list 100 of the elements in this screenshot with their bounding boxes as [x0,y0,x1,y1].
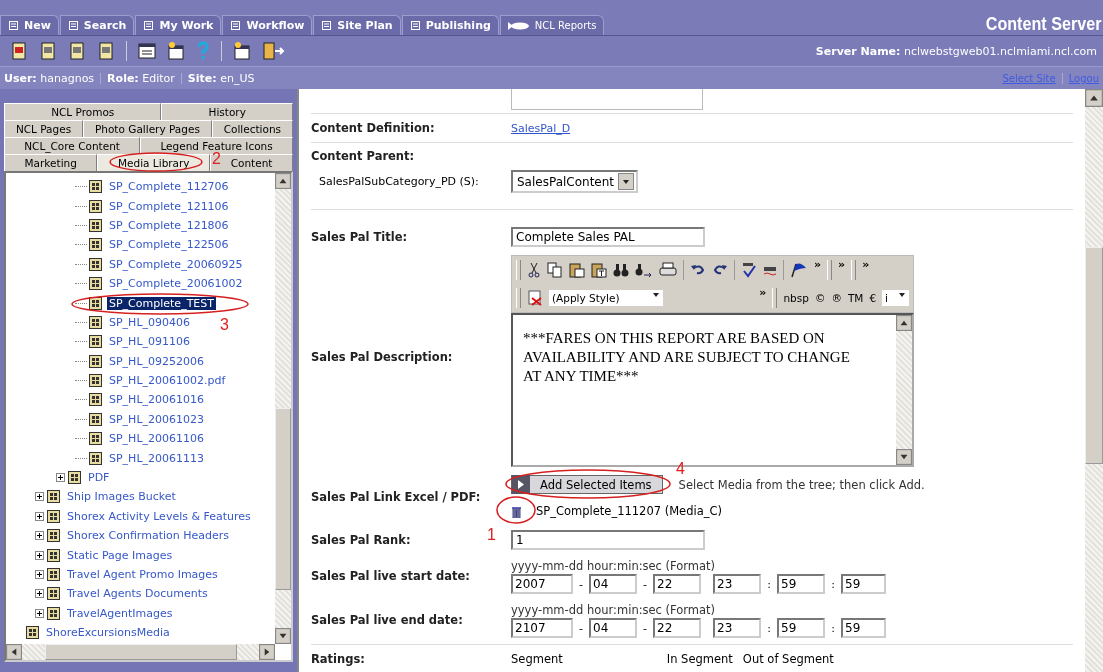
tree-item[interactable]: SP_HL_20061016 [107,393,206,407]
nav-tab[interactable]: Publishing [401,15,499,35]
list-icon[interactable] [138,41,156,61]
tree-item[interactable]: SP_HL_20061113 [107,451,206,465]
nav-tab[interactable]: New [0,15,59,35]
tree-item[interactable]: Travel Agent Promo Images [65,568,220,581]
tree-item[interactable]: SP_Complete_121806 [107,218,231,232]
exit-door-icon[interactable] [262,41,286,61]
tree-item[interactable]: Shorex Activity Levels & Features [65,509,253,523]
date-field[interactable]: 59 [777,618,825,638]
date-field[interactable]: 22 [653,618,701,638]
tree-item[interactable]: SP_HL_090406 [107,315,192,329]
tree-item[interactable]: SP_HL_20061023 [107,412,206,426]
overflow-chevron[interactable]: » [862,258,870,271]
paste-icon[interactable] [569,262,585,278]
text-field[interactable] [511,89,703,110]
tree-item[interactable]: SP_HL_20061106 [107,432,206,446]
tree-item[interactable]: SP_HL_09252006 [107,354,206,368]
tree-item[interactable]: SP_Complete_121106 [107,199,231,213]
tree-item[interactable]: SP_HL_091106 [107,335,192,349]
tree-item[interactable]: ShoreExcursionsMedia [44,626,172,640]
date-field[interactable]: 23 [713,574,761,594]
expand-icon[interactable] [34,608,44,618]
tree-item[interactable]: SP_Complete_112706 [107,180,231,194]
dropdown-arrow-icon[interactable] [652,292,660,298]
expand-icon[interactable] [34,589,44,599]
trash-icon[interactable] [511,505,522,518]
expand-icon[interactable] [34,511,44,521]
overflow-chevron[interactable]: » [838,258,846,271]
nav-tab[interactable]: Workflow [222,15,313,35]
nav-tab[interactable]: Site Plan [313,15,401,35]
date-field[interactable]: 59 [841,618,886,638]
expand-icon[interactable] [55,473,65,483]
symbol-button[interactable]: © [814,292,826,304]
new-window-icon[interactable] [167,41,185,61]
tree-item[interactable]: Ship Images Bucket [65,490,178,504]
date-field[interactable]: 04 [589,574,637,594]
library-tab[interactable]: Marketing [4,154,98,171]
printer-icon[interactable] [659,262,677,278]
library-tab[interactable]: Collections [211,120,293,137]
dropdown-arrow-icon[interactable] [898,292,906,298]
tree-item[interactable]: SP_Complete_TEST [107,296,216,310]
tree-item[interactable]: TravelAgentImages [65,606,175,620]
font-select[interactable]: i [882,290,909,306]
expand-icon[interactable] [34,531,44,541]
expand-icon[interactable] [34,570,44,579]
document-icon[interactable] [39,41,57,61]
new-window-icon[interactable] [233,41,251,61]
tree-item[interactable]: PDF [86,471,112,485]
symbol-button[interactable]: ® [831,292,842,304]
document-icon[interactable] [10,41,28,61]
library-tab[interactable]: History [161,103,293,120]
date-field[interactable]: 2007 [511,574,573,594]
date-field[interactable]: 23 [713,618,761,638]
tree-item[interactable]: Travel Agents Documents [65,587,210,601]
date-field[interactable]: 22 [653,574,701,594]
symbol-button[interactable]: TM [847,292,864,304]
flag-icon[interactable] [790,262,808,278]
copy-icon[interactable] [547,262,563,278]
tree-item[interactable]: SP_Complete_122506 [107,238,231,252]
nav-tab[interactable]: My Work [135,15,222,35]
overflow-chevron[interactable]: » [759,286,767,299]
binoculars-icon[interactable] [635,262,653,278]
document-icon[interactable] [68,41,86,61]
date-field[interactable]: 59 [841,574,886,594]
scrollbar[interactable] [1085,89,1103,672]
symbol-button[interactable]: nbsp [783,292,809,304]
scrollbar[interactable] [6,644,275,660]
nav-tab[interactable]: Search [59,15,135,35]
clear-style-icon[interactable] [527,290,543,306]
scrollbar[interactable] [275,173,291,644]
tree-item[interactable]: SP_Complete_20060925 [107,257,245,271]
expand-icon[interactable] [34,550,44,560]
paste-icon[interactable] [591,262,607,278]
nav-tab[interactable]: NCL Reports [499,15,605,35]
date-field[interactable]: 59 [777,574,825,594]
parent-select[interactable]: SalesPalContent [511,170,639,193]
scrollbar[interactable] [896,315,912,465]
binoculars-icon[interactable] [613,262,629,278]
spellcheck-icon[interactable] [741,262,757,278]
date-field[interactable]: 04 [589,618,637,638]
date-field[interactable]: 2107 [511,618,573,638]
library-tab[interactable]: NCL Pages [4,120,84,137]
tree-item[interactable]: Static Page Images [65,548,175,562]
overflow-chevron[interactable]: » [814,258,822,271]
library-tab[interactable]: Photo Gallery Pages [83,120,212,137]
rank-field[interactable]: 1 [511,530,705,550]
library-tab[interactable]: NCL Promos [4,103,162,120]
scissors-icon[interactable] [527,262,541,278]
document-icon[interactable] [97,41,115,61]
tree-item[interactable]: SP_Complete_20061002 [107,277,245,291]
definition-link[interactable]: SalesPal_D [511,121,571,135]
library-tab[interactable]: NCL_Core Content [4,137,141,154]
tree-item[interactable]: Shorex Confirmation Headers [65,529,231,543]
title-field[interactable]: Complete Sales PAL [511,227,705,247]
add-selected-button[interactable]: Add Selected Items [511,475,663,494]
style-select[interactable]: (Apply Style) [549,290,663,306]
tree-item[interactable]: SP_HL_20061002.pdf [107,374,228,388]
expand-icon[interactable] [34,492,44,502]
symbol-button[interactable]: € [869,292,877,304]
